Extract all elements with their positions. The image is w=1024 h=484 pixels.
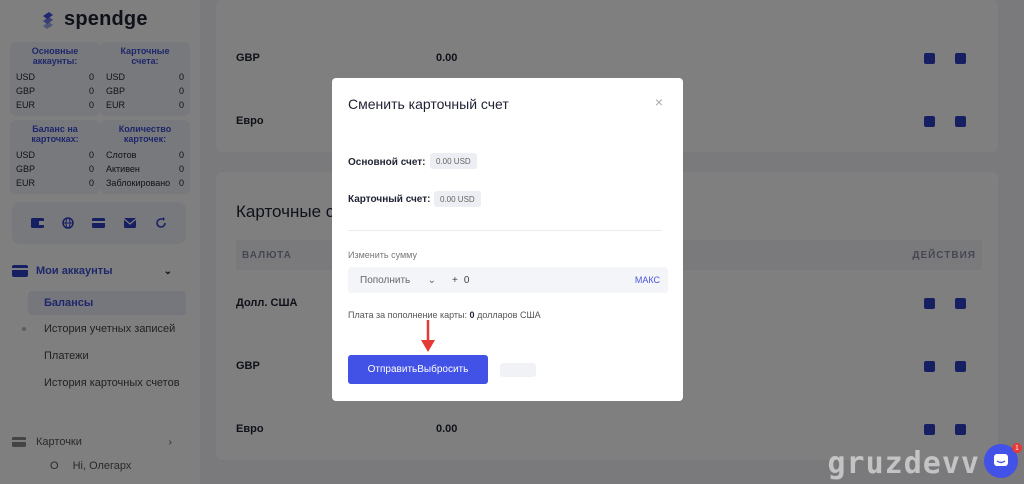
amount-prefix: + [452, 274, 458, 286]
operation-select[interactable]: Пополнить ⌄ [348, 267, 444, 293]
change-card-account-modal: Сменить карточный счет × Основной счет: … [332, 78, 683, 401]
card-account-label: Карточный счет: [348, 194, 431, 205]
notification-badge: 1 [1012, 443, 1022, 453]
close-icon[interactable]: × [655, 94, 663, 110]
change-amount-label: Изменить сумму [348, 250, 417, 260]
amount-row: Пополнить ⌄ + 0 МАКС [348, 267, 668, 293]
operation-selected: Пополнить [360, 274, 411, 286]
topup-fee: Плата за пополнение карты: 0 долларов СШ… [348, 310, 541, 320]
fee-amount: 0 [469, 310, 475, 320]
submit-button[interactable]: ОтправитьВыбросить [348, 355, 488, 384]
card-account-balance: 0.00 USD [434, 191, 481, 207]
modal-title: Сменить карточный счет [348, 96, 509, 112]
max-button[interactable]: МАКС [635, 275, 668, 285]
amount-input[interactable]: + 0 [444, 275, 635, 286]
amount-value: 0 [463, 274, 470, 286]
watermark: gruzdevv [827, 446, 980, 481]
arrow-down-icon [421, 320, 435, 352]
divider [348, 230, 662, 231]
main-account-label: Основной счет: [348, 157, 426, 168]
main-account-balance: 0.00 USD [430, 153, 477, 169]
chat-icon [994, 454, 1008, 466]
secondary-button[interactable] [500, 363, 536, 377]
chevron-down-icon: ⌄ [427, 274, 436, 286]
